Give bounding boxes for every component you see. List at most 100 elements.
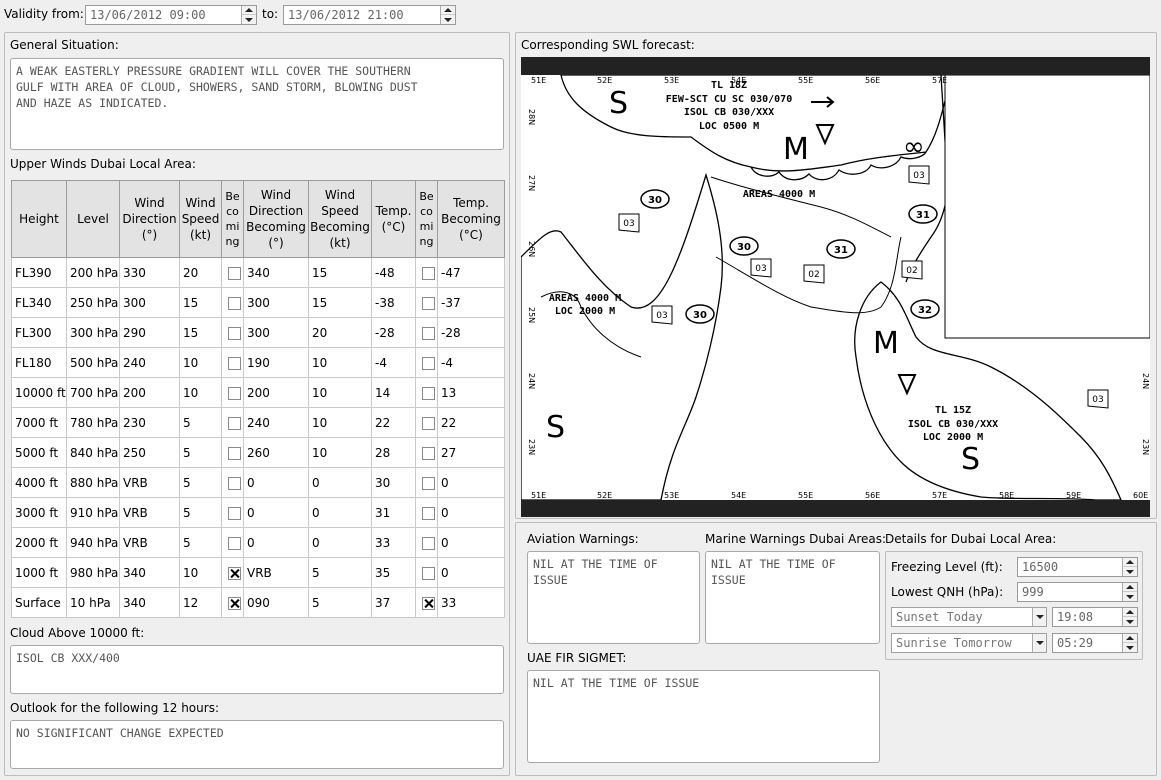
winds-cell-temp[interactable]: 33 [371,527,416,558]
winds-cell-temp[interactable]: 35 [371,557,416,588]
winds-cell-dir[interactable]: VRB [119,497,180,528]
winds-cell-height[interactable]: 2000 ft [11,527,67,558]
winds-cell-speed_b[interactable]: 15 [308,287,372,318]
validity-from-spinner[interactable] [241,6,256,24]
winds-cell-height[interactable]: Surface [11,587,67,618]
table-row[interactable]: 4000 ft 880 hPa VRB 5 0 0 30 0 [11,467,505,498]
winds-header-cell[interactable]: Temp. Becoming (°C) [437,180,505,258]
winds-header-cell[interactable]: Level [66,180,120,258]
winds-cell-temp_b[interactable]: 27 [437,437,505,468]
qnh-spinner[interactable] [1122,583,1137,601]
spin-down-icon[interactable] [1123,617,1137,626]
winds-cell-temp_b[interactable]: -4 [437,347,505,378]
becoming-cell[interactable] [221,257,244,288]
winds-header-cell[interactable]: Temp. (°C) [371,180,416,258]
sunset-time-spinner[interactable] [1122,608,1137,626]
winds-cell-dir_b[interactable]: 090 [243,587,309,618]
freezing-level-spinner[interactable] [1122,558,1137,576]
winds-cell-dir_b[interactable]: 300 [243,317,309,348]
spin-down-icon[interactable] [242,15,256,24]
winds-cell-dir_b[interactable]: 0 [243,467,309,498]
becoming-cell[interactable] [415,347,438,378]
becoming-checkbox[interactable] [227,566,241,580]
winds-cell-level[interactable]: 880 hPa [66,467,120,498]
winds-cell-speed_b[interactable]: 10 [308,437,372,468]
winds-cell-height[interactable]: 10000 ft [11,377,67,408]
becoming-cell[interactable] [415,467,438,498]
winds-cell-speed[interactable]: 12 [179,587,222,618]
freezing-level-input[interactable]: 16500 [1017,557,1138,577]
becoming-cell[interactable] [221,377,244,408]
winds-cell-dir[interactable]: 340 [119,587,180,618]
becoming-cell[interactable] [415,527,438,558]
spin-up-icon[interactable] [242,6,256,15]
winds-cell-temp_b[interactable]: 0 [437,557,505,588]
winds-cell-level[interactable]: 200 hPa [66,257,120,288]
validity-to-spinner[interactable] [440,6,455,24]
winds-cell-speed[interactable]: 10 [179,377,222,408]
winds-cell-temp[interactable]: -4 [371,347,416,378]
table-row[interactable]: FL180 500 hPa 240 10 190 10 -4 -4 [11,347,505,378]
winds-cell-dir[interactable]: 290 [119,317,180,348]
becoming-cell[interactable] [415,287,438,318]
becoming-checkbox[interactable] [227,446,241,460]
becoming-checkbox[interactable] [227,266,241,280]
winds-cell-level[interactable]: 980 hPa [66,557,120,588]
winds-cell-height[interactable]: 1000 ft [11,557,67,588]
winds-cell-level[interactable]: 780 hPa [66,407,120,438]
winds-cell-speed[interactable]: 10 [179,557,222,588]
winds-cell-temp[interactable]: 31 [371,497,416,528]
general-situation-text[interactable]: A WEAK EASTERLY PRESSURE GRADIENT WILL C… [10,58,504,150]
becoming-cell[interactable] [221,467,244,498]
becoming-cell[interactable] [221,437,244,468]
becoming-checkbox[interactable] [421,566,435,580]
cloud-text[interactable]: ISOL CB XXX/400 [10,645,504,694]
winds-cell-height[interactable]: 3000 ft [11,497,67,528]
becoming-cell[interactable] [415,317,438,348]
becoming-checkbox[interactable] [421,446,435,460]
becoming-checkbox[interactable] [227,296,241,310]
becoming-checkbox[interactable] [421,476,435,490]
becoming-cell[interactable] [221,287,244,318]
winds-cell-height[interactable]: FL180 [11,347,67,378]
chevron-down-icon[interactable] [1032,608,1046,626]
becoming-checkbox[interactable] [421,326,435,340]
sunrise-select[interactable]: Sunrise Tomorrow [891,633,1047,653]
winds-cell-dir[interactable]: 230 [119,407,180,438]
winds-cell-speed_b[interactable]: 20 [308,317,372,348]
winds-cell-speed[interactable]: 10 [179,347,222,378]
winds-cell-height[interactable]: FL300 [11,317,67,348]
winds-cell-height[interactable]: FL340 [11,287,67,318]
winds-header-cell[interactable]: Wind Direction Becoming (°) [243,180,309,258]
winds-cell-speed_b[interactable]: 5 [308,587,372,618]
winds-cell-dir[interactable]: 250 [119,437,180,468]
sigmet-text[interactable]: NIL AT THE TIME OF ISSUE [527,670,880,763]
winds-cell-speed_b[interactable]: 0 [308,467,372,498]
becoming-checkbox[interactable] [227,356,241,370]
winds-cell-speed[interactable]: 20 [179,257,222,288]
table-row[interactable]: Surface 10 hPa 340 12 090 5 37 33 [11,587,505,618]
winds-cell-speed[interactable]: 15 [179,317,222,348]
winds-header-cell[interactable]: Be co mi ng [221,180,244,258]
becoming-cell[interactable] [221,347,244,378]
winds-cell-temp_b[interactable]: -28 [437,317,505,348]
winds-cell-dir_b[interactable]: VRB [243,557,309,588]
table-row[interactable]: 1000 ft 980 hPa 340 10 VRB 5 35 0 [11,557,505,588]
sunset-select[interactable]: Sunset Today [891,607,1047,627]
winds-cell-dir[interactable]: 330 [119,257,180,288]
spin-up-icon[interactable] [1123,558,1137,567]
winds-cell-temp_b[interactable]: -47 [437,257,505,288]
validity-to-input[interactable]: 13/06/2012 21:00 [283,5,456,25]
winds-cell-temp_b[interactable]: 0 [437,527,505,558]
winds-cell-speed_b[interactable]: 10 [308,377,372,408]
winds-cell-dir[interactable]: 200 [119,377,180,408]
winds-cell-temp[interactable]: 28 [371,437,416,468]
becoming-cell[interactable] [415,557,438,588]
winds-cell-dir_b[interactable]: 190 [243,347,309,378]
becoming-cell[interactable] [415,497,438,528]
becoming-checkbox[interactable] [227,506,241,520]
becoming-checkbox[interactable] [227,326,241,340]
winds-header-cell[interactable]: Be co mi ng [415,180,438,258]
winds-cell-temp[interactable]: -38 [371,287,416,318]
winds-cell-temp_b[interactable]: -37 [437,287,505,318]
